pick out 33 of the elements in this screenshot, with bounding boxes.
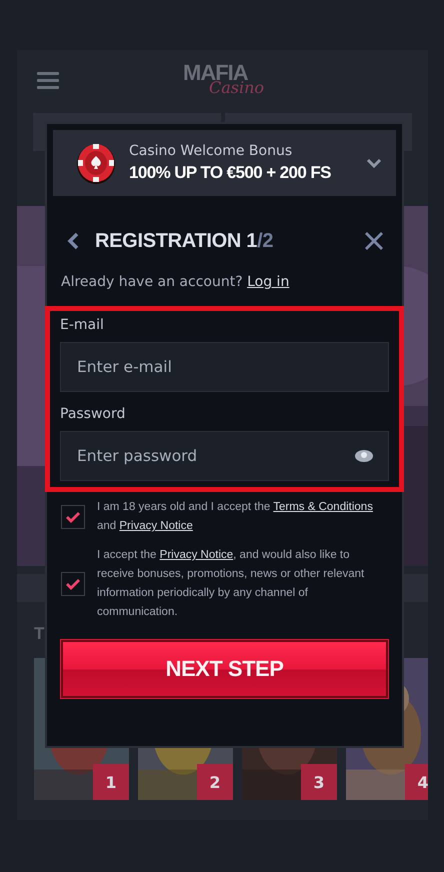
field-label: Password xyxy=(60,405,126,424)
rank-badge: 2 xyxy=(197,764,233,800)
field-label: E-mail xyxy=(60,316,105,335)
dialog-title: REGISTRATION xyxy=(95,230,242,252)
bonus-amount: 100% UP TO €500 + 200 FS xyxy=(129,162,332,184)
close-icon[interactable] xyxy=(364,231,384,251)
step-current: 1 xyxy=(246,230,258,252)
eye-icon[interactable] xyxy=(355,450,373,462)
step-total: /2 xyxy=(257,230,274,252)
bonus-banner[interactable]: Casino Welcome Bonus 100% UP TO €500 + 200 FS xyxy=(53,130,396,196)
checkbox[interactable] xyxy=(61,505,85,529)
rank-badge: 1 xyxy=(93,764,129,800)
policy-link[interactable]: Terms & Conditions xyxy=(273,501,373,513)
section-heading: T xyxy=(34,624,46,645)
chevron-icon[interactable] xyxy=(366,158,382,168)
login-link[interactable]: Log in xyxy=(247,274,290,290)
policy-link[interactable]: Privacy Notice xyxy=(160,549,234,561)
input-field[interactable]: Enter e-mail xyxy=(60,342,389,392)
check-icon xyxy=(65,578,81,590)
input-field[interactable]: Enter password xyxy=(60,431,389,481)
rank-badge: 4 xyxy=(405,764,428,800)
back-icon[interactable] xyxy=(67,232,79,250)
check-icon xyxy=(65,511,81,523)
policy-link[interactable]: Privacy Notice xyxy=(119,520,193,532)
bonus-label: Casino Welcome Bonus xyxy=(129,142,294,161)
consent-text: I am 18 years old and I accept the Terms & Conditions and Privacy Notice xyxy=(97,500,374,534)
poker-chip-icon xyxy=(75,141,117,185)
menu-icon[interactable] xyxy=(37,72,59,88)
consent-text: I accept the Privacy Notice, and would also like to receive bonuses, promotions, news or other relevant information periodically by any channel of communication. xyxy=(97,548,366,620)
account-prompt: Already have an account? Log in xyxy=(61,274,290,290)
checkbox[interactable] xyxy=(61,572,85,596)
rank-badge: 3 xyxy=(301,764,337,800)
next-step-button[interactable]: NEXT STEP xyxy=(61,640,388,698)
